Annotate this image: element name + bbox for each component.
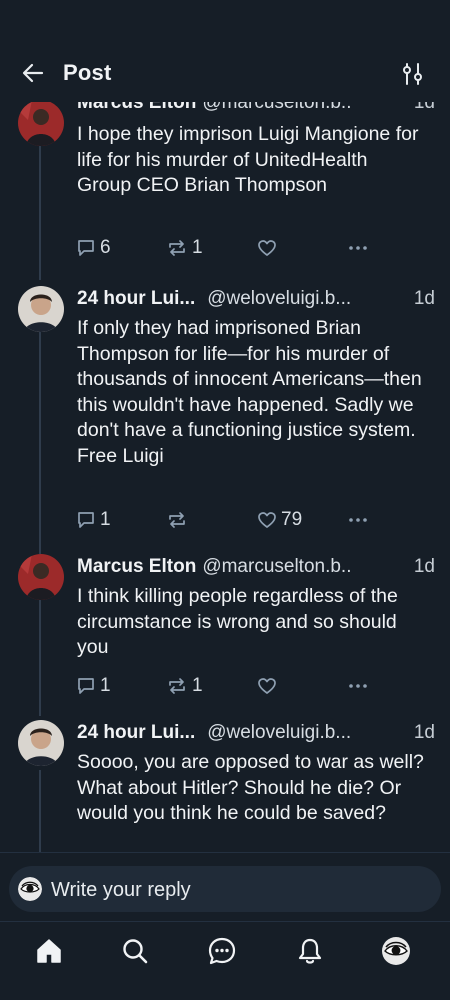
- ellipsis-icon: [349, 684, 367, 688]
- nav-notifications[interactable]: [295, 936, 325, 966]
- nav-search[interactable]: [120, 936, 150, 966]
- thread-list: Marcus Elton @marcuselton.b.. 1d I hope t…: [0, 102, 450, 852]
- post-actions: 1 1: [76, 674, 436, 698]
- more-options-button[interactable]: [347, 674, 369, 698]
- heart-icon: [258, 240, 276, 256]
- author-handle[interactable]: @marcuselton.b..: [202, 556, 351, 577]
- avatar[interactable]: [18, 720, 64, 766]
- home-icon: [37, 939, 61, 963]
- post-header: 24 hour Lui... @weloveluigi.b... 1d: [77, 722, 437, 746]
- ellipsis-icon: [349, 246, 367, 250]
- author-name[interactable]: 24 hour Lui...: [77, 288, 195, 309]
- thread-settings-button[interactable]: [400, 61, 426, 87]
- post-age: 1d: [409, 556, 435, 578]
- thread-line: [39, 332, 41, 554]
- reply-button[interactable]: 1: [76, 508, 111, 532]
- post-age: 1d: [409, 288, 435, 310]
- repost-icon: [169, 240, 185, 256]
- repost-count: 1: [192, 237, 203, 258]
- own-avatar: [18, 877, 42, 901]
- thread-line: [39, 770, 41, 852]
- repost-icon: [169, 678, 185, 694]
- like-button[interactable]: 79: [257, 508, 302, 532]
- nav-profile[interactable]: [381, 936, 411, 966]
- like-button[interactable]: [257, 674, 281, 698]
- more-options-button[interactable]: [347, 236, 369, 260]
- author-name[interactable]: Marcus Elton: [77, 556, 196, 577]
- bottom-nav: [0, 922, 450, 1000]
- avatar[interactable]: [18, 102, 64, 146]
- arrow-left-icon: [22, 63, 44, 83]
- top-bar: Post: [0, 0, 450, 102]
- user-avatar-image: [18, 286, 64, 332]
- back-button[interactable]: [20, 60, 46, 86]
- page-title: Post: [63, 60, 112, 85]
- avatar[interactable]: [18, 554, 64, 600]
- comment-icon: [78, 240, 94, 256]
- post-age: 1d: [409, 102, 435, 114]
- comment-icon: [78, 512, 94, 528]
- post-header: Marcus Elton @marcuselton.b.. 1d: [77, 556, 437, 580]
- post-actions: 1 79: [76, 508, 436, 532]
- author-name[interactable]: 24 hour Lui...: [77, 722, 195, 743]
- avatar[interactable]: [18, 286, 64, 332]
- reply-count: 6: [100, 237, 111, 258]
- profile-avatar: [382, 937, 410, 965]
- more-options-button[interactable]: [347, 508, 369, 532]
- ellipsis-icon: [349, 518, 367, 522]
- post-header: Marcus Elton @marcuselton.b.. 1d: [77, 102, 437, 116]
- author-handle[interactable]: @weloveluigi.b...: [207, 288, 351, 309]
- post-text: Soooo, you are opposed to war as well? W…: [77, 751, 424, 825]
- repost-button[interactable]: 1: [166, 236, 203, 260]
- user-avatar-image: [18, 720, 64, 766]
- user-avatar-image: [18, 554, 64, 600]
- eye-avatar-icon: [18, 877, 42, 901]
- author-name[interactable]: Marcus Elton: [77, 102, 196, 113]
- thread-line: [39, 600, 41, 716]
- repost-button[interactable]: [166, 508, 192, 532]
- reply-bar: Write your reply: [0, 852, 450, 922]
- post-actions: 6 1: [76, 236, 436, 260]
- heart-icon: [258, 678, 276, 694]
- repost-button[interactable]: 1: [166, 674, 203, 698]
- comment-icon: [78, 678, 94, 694]
- post-text: I hope they imprison Luigi Mangione for …: [77, 123, 419, 197]
- thread-line: [39, 142, 41, 280]
- like-button[interactable]: [257, 236, 281, 260]
- nav-chat[interactable]: [207, 936, 237, 966]
- reply-count: 1: [100, 675, 111, 696]
- chat-icon: [208, 937, 236, 965]
- search-icon: [123, 939, 148, 964]
- reply-placeholder: Write your reply: [51, 879, 191, 901]
- post-header: 24 hour Lui... @weloveluigi.b... 1d: [77, 288, 437, 312]
- post-age: 1d: [409, 722, 435, 744]
- nav-home[interactable]: [34, 936, 64, 966]
- author-handle[interactable]: @marcuselton.b..: [202, 102, 351, 113]
- like-count: 79: [281, 509, 303, 530]
- bell-icon: [298, 938, 322, 964]
- user-avatar-image: [18, 102, 64, 146]
- reply-button[interactable]: 6: [76, 236, 111, 260]
- post-text: If only they had imprisoned Brian Thomps…: [77, 317, 422, 467]
- author-handle[interactable]: @weloveluigi.b...: [207, 722, 351, 743]
- reply-input[interactable]: Write your reply: [9, 866, 441, 912]
- heart-icon: [258, 512, 276, 528]
- reply-button[interactable]: 1: [76, 674, 111, 698]
- reply-count: 1: [100, 509, 111, 530]
- sliders-icon: [403, 63, 422, 85]
- post-text: I think killing people regardless of the…: [77, 585, 398, 659]
- repost-count: 1: [192, 675, 203, 696]
- repost-icon: [169, 512, 185, 528]
